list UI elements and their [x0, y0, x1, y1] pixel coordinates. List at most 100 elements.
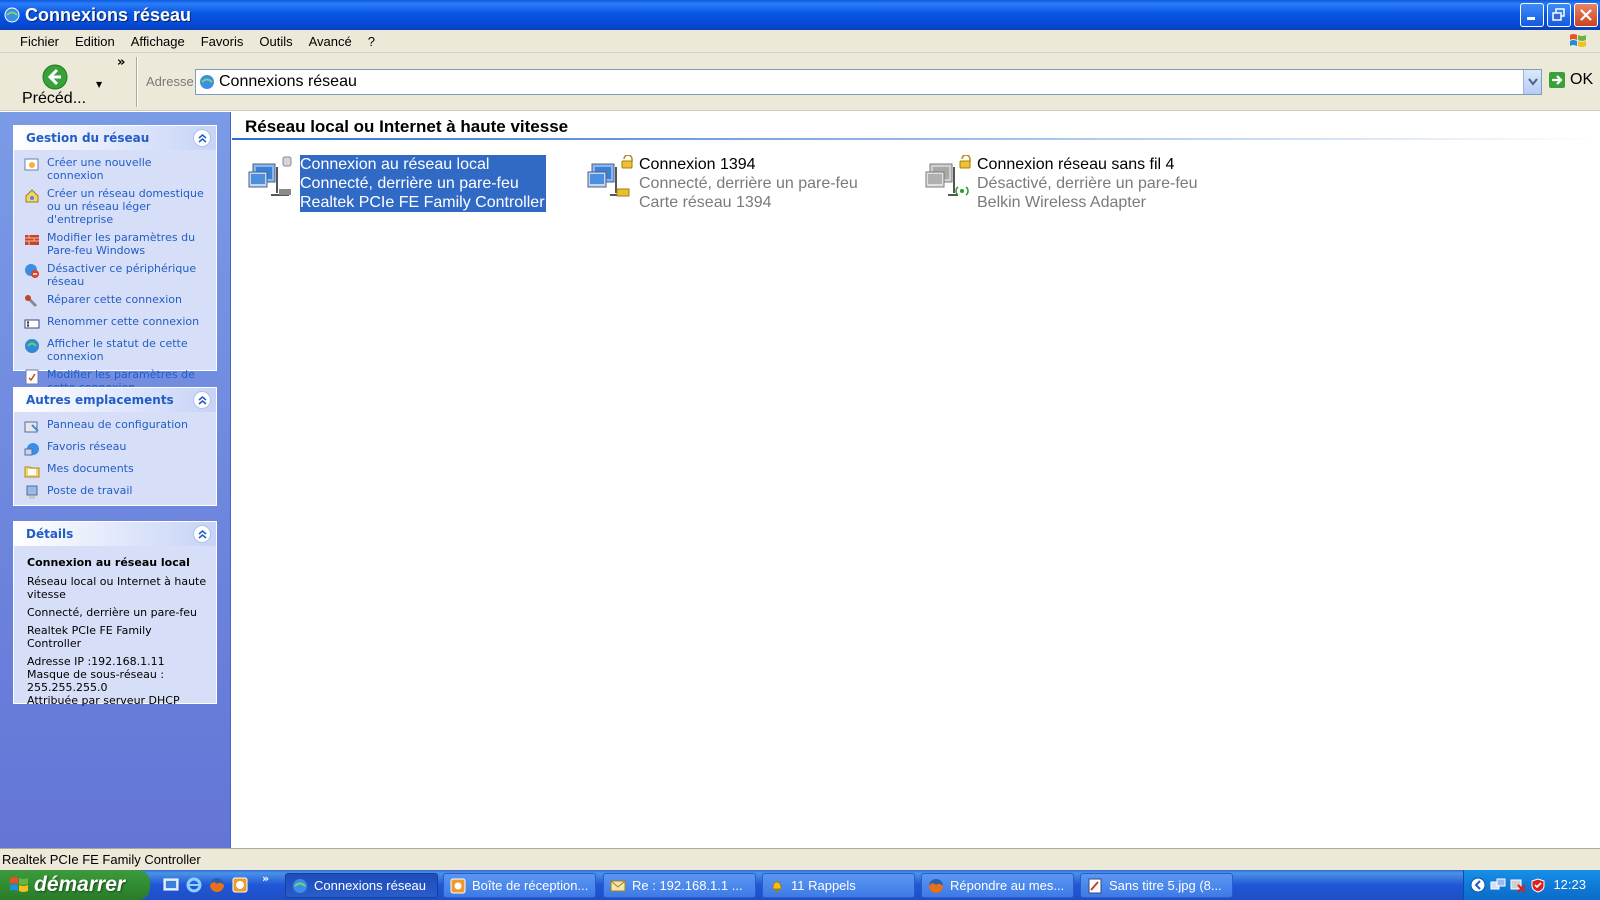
- connection-name: Connexion 1394: [639, 156, 756, 173]
- taskbar-button-firefox[interactable]: Répondre au mes...: [921, 873, 1074, 898]
- menu-affichage[interactable]: Affichage: [123, 34, 193, 49]
- start-button[interactable]: démarrer: [0, 870, 150, 900]
- menu-edition[interactable]: Edition: [67, 34, 123, 49]
- folder-icon: [24, 466, 40, 478]
- properties-icon: [25, 369, 39, 385]
- new-connection-icon: [24, 158, 39, 171]
- 1394-connection-icon: [587, 155, 633, 197]
- firefox-icon: [929, 878, 943, 893]
- menu-outils[interactable]: Outils: [251, 34, 300, 49]
- start-label: démarrer: [34, 873, 126, 896]
- network-connections-icon: [4, 7, 20, 23]
- task-repair-connection[interactable]: Réparer cette connexion: [24, 293, 208, 310]
- network-icon: [293, 878, 307, 893]
- minimize-button[interactable]: [1520, 3, 1544, 27]
- close-button[interactable]: [1574, 3, 1598, 27]
- collapse-button[interactable]: [193, 129, 211, 147]
- bell-icon: [772, 880, 782, 892]
- detail-name: Connexion au réseau local: [27, 556, 190, 569]
- place-my-documents[interactable]: Mes documents: [24, 462, 208, 479]
- title-bar[interactable]: Connexions réseau: [0, 0, 1600, 30]
- detail-ip: Adresse IP :192.168.1.11: [27, 655, 165, 668]
- collapse-button[interactable]: [193, 391, 211, 409]
- taskbar-button-reply[interactable]: Re : 192.168.1.1 ...: [603, 873, 756, 898]
- place-network-places[interactable]: Favoris réseau: [24, 440, 208, 457]
- wireless-disabled-tray-icon[interactable]: [1510, 877, 1526, 893]
- connection-device: Carte réseau 1394: [639, 194, 772, 211]
- back-button[interactable]: Précéd...: [20, 59, 90, 107]
- go-button[interactable]: OK: [1548, 71, 1593, 89]
- task-create-connection[interactable]: Créer une nouvelle connexion: [24, 156, 208, 182]
- taskbar-button-inbox[interactable]: Boîte de réception...: [443, 873, 596, 898]
- clock[interactable]: 12:23: [1553, 877, 1586, 892]
- mail-app-icon[interactable]: [231, 876, 249, 894]
- task-create-home-network[interactable]: Créer un réseau domestique ou un réseau …: [24, 187, 208, 226]
- status-bar: Realtek PCIe FE Family Controller: [0, 848, 1600, 870]
- tray-expand-icon[interactable]: [1470, 877, 1486, 893]
- detail-dhcp: Attribuée par serveur DHCP: [27, 694, 180, 707]
- details-panel: Détails Connexion au réseau local Réseau…: [13, 521, 217, 707]
- connection-device: Belkin Wireless Adapter: [977, 194, 1146, 211]
- network-tasks-panel: Gestion du réseau Créer une nouvelle con…: [13, 125, 217, 394]
- network-places-icon: [24, 443, 39, 456]
- go-arrow-icon: [1549, 72, 1565, 88]
- collapse-button[interactable]: [193, 525, 211, 543]
- other-places-header[interactable]: Autres emplacements: [14, 388, 216, 412]
- menu-favoris[interactable]: Favoris: [193, 34, 252, 49]
- task-disable-device[interactable]: Désactiver ce périphérique réseau: [24, 262, 208, 288]
- panel-title: Gestion du réseau: [26, 131, 150, 145]
- other-places-panel: Autres emplacements Panneau de configura…: [13, 387, 217, 506]
- quicklaunch-more-icon[interactable]: »: [262, 872, 269, 885]
- taskbar-button-reminders[interactable]: 11 Rappels: [762, 873, 915, 898]
- firefox-icon[interactable]: [208, 876, 226, 894]
- window-title: Connexions réseau: [25, 4, 192, 25]
- restore-button[interactable]: [1547, 3, 1571, 27]
- toolbar-separator: [136, 57, 138, 107]
- wrench-icon: [25, 295, 38, 308]
- network-tray-icon[interactable]: [1490, 877, 1506, 893]
- show-desktop-icon[interactable]: [162, 876, 180, 894]
- back-dropdown-icon[interactable]: ▼: [96, 80, 102, 89]
- paint-icon: [1088, 878, 1102, 893]
- details-header[interactable]: Détails: [14, 522, 216, 546]
- address-dropdown-button[interactable]: [1523, 70, 1541, 94]
- connection-device: Realtek PCIe FE Family Controller: [300, 194, 545, 211]
- task-rename-connection[interactable]: Renommer cette connexion: [24, 315, 208, 332]
- status-icon: [25, 339, 39, 353]
- chevron-up-double-icon: [198, 133, 207, 143]
- task-view-status[interactable]: Afficher le statut de cette connexion: [24, 337, 208, 363]
- menu-avance[interactable]: Avancé: [301, 34, 360, 49]
- place-control-panel[interactable]: Panneau de configuration: [24, 418, 208, 435]
- internet-explorer-icon[interactable]: [185, 876, 203, 894]
- taskbar-button-network[interactable]: Connexions réseau: [285, 873, 438, 898]
- address-bar[interactable]: Connexions réseau: [195, 69, 1542, 95]
- network-connections-icon: [200, 75, 214, 89]
- menu-fichier[interactable]: Fichier: [12, 34, 67, 49]
- back-label: Précéd...: [22, 90, 87, 107]
- place-my-computer[interactable]: Poste de travail: [24, 484, 208, 501]
- connection-status: Désactivé, derrière un pare-feu: [977, 175, 1198, 192]
- detail-device: Realtek PCIe FE Family Controller: [27, 624, 152, 650]
- task-firewall-settings[interactable]: Modifier les paramètres du Pare-feu Wind…: [24, 231, 208, 257]
- chevron-up-double-icon: [198, 529, 207, 539]
- task-pane: Gestion du réseau Créer une nouvelle con…: [0, 112, 231, 848]
- network-tasks-header[interactable]: Gestion du réseau: [14, 126, 216, 150]
- connection-name: Connexion réseau sans fil 4: [977, 156, 1175, 173]
- lan-connection-icon: [248, 156, 292, 196]
- taskbar-button-paint[interactable]: Sans titre 5.jpg (8...: [1080, 873, 1233, 898]
- back-arrow-icon: [42, 64, 68, 90]
- close-icon: [1580, 9, 1592, 21]
- chevron-down-icon: [1528, 78, 1538, 86]
- toolbar-more-icon[interactable]: »: [117, 55, 125, 70]
- connections-view[interactable]: Réseau local ou Internet à haute vitesse…: [232, 112, 1600, 848]
- address-label: Adresse: [146, 74, 194, 89]
- security-tray-icon[interactable]: [1530, 877, 1546, 893]
- menu-help[interactable]: ?: [360, 34, 383, 49]
- wireless-connection-icon: [925, 155, 971, 196]
- minimize-icon: [1527, 17, 1535, 20]
- windows-logo-icon: [1570, 34, 1586, 47]
- toolbar: Précéd... ▼ » Adresse Connexions réseau …: [0, 53, 1600, 111]
- control-panel-icon: [24, 421, 39, 433]
- windows-logo-icon: [10, 877, 28, 892]
- detail-type: Réseau local ou Internet à haute vitesse: [27, 575, 207, 601]
